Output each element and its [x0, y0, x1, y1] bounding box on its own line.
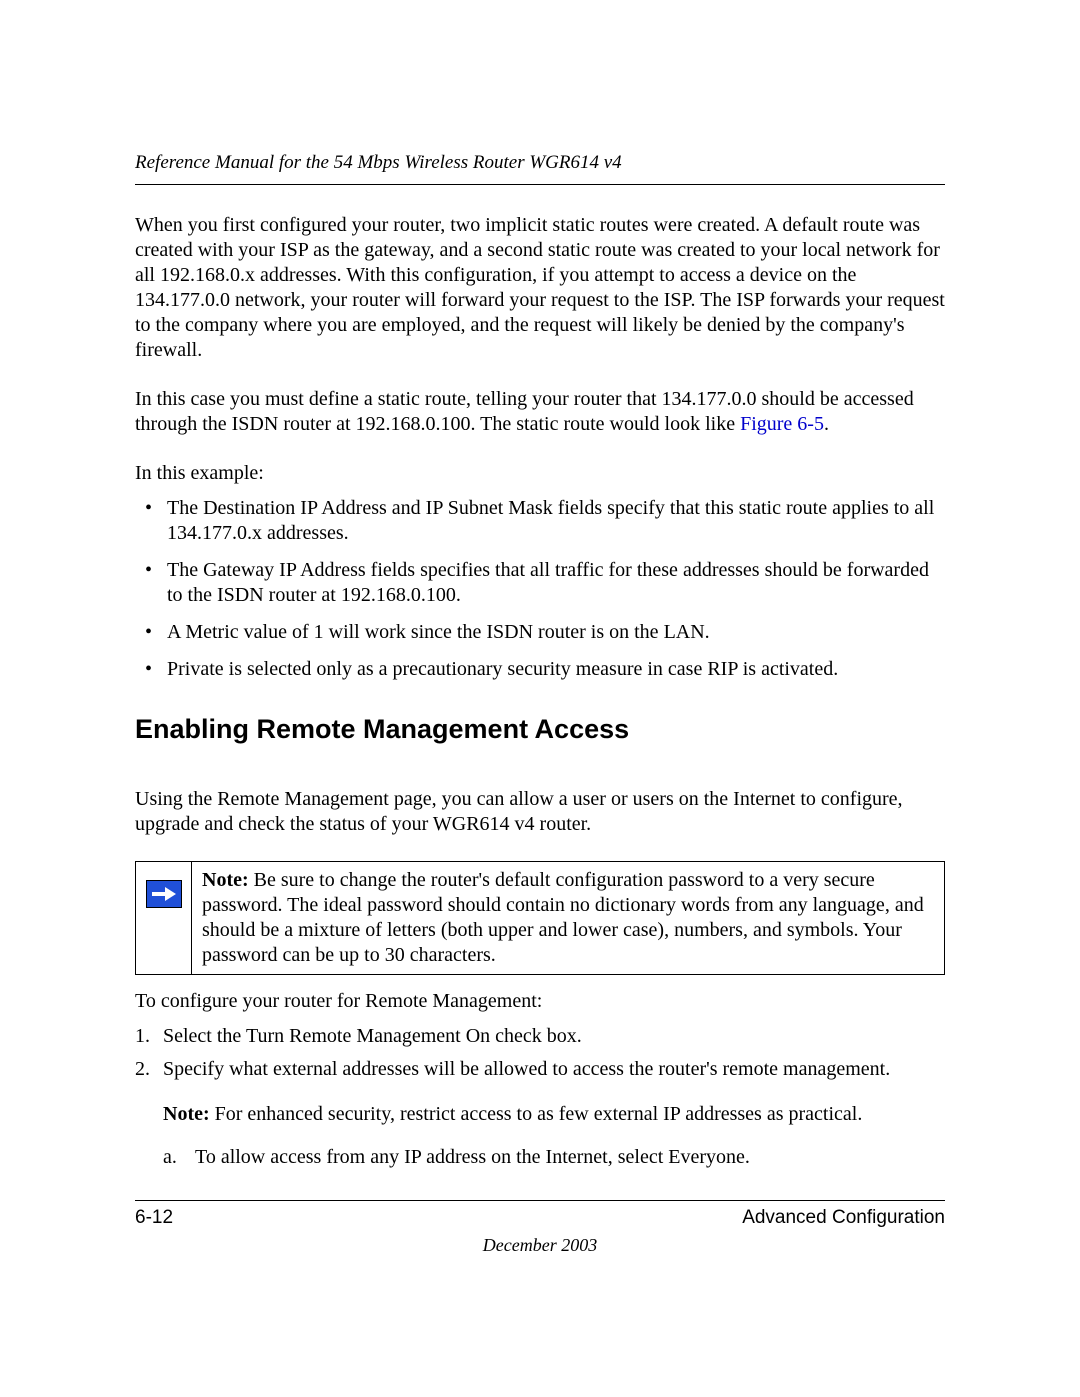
list-item: The Destination IP Address and IP Subnet… [135, 496, 945, 546]
footer-section: Advanced Configuration [742, 1207, 945, 1229]
section-intro: Using the Remote Management page, you ca… [135, 787, 945, 837]
step2-text: Specify what external addresses will be … [163, 1058, 890, 1080]
section-heading: Enabling Remote Management Access [135, 714, 945, 745]
document-page: Reference Manual for the 54 Mbps Wireles… [0, 0, 1080, 1256]
footer-date: December 2003 [135, 1235, 945, 1256]
arrow-right-icon [146, 880, 182, 908]
subnote-label: Note: [163, 1103, 210, 1125]
body-paragraph-3: In this example: [135, 461, 945, 486]
config-intro: To configure your router for Remote Mana… [135, 989, 945, 1014]
list-item: To allow access from any IP address on t… [163, 1145, 945, 1170]
note-label: Note: [202, 869, 249, 891]
list-item: Select the Turn Remote Management On che… [135, 1024, 945, 1049]
page-number: 6-12 [135, 1207, 173, 1229]
list-item: A Metric value of 1 will work since the … [135, 620, 945, 645]
config-steps-list: Select the Turn Remote Management On che… [135, 1024, 945, 1170]
note-icon-cell [136, 862, 192, 974]
body-paragraph-2: In this case you must define a static ro… [135, 387, 945, 437]
example-bullet-list: The Destination IP Address and IP Subnet… [135, 496, 945, 682]
note-callout: Note: Be sure to change the router's def… [135, 861, 945, 975]
subnote-text: For enhanced security, restrict access t… [210, 1103, 863, 1125]
step2-subnote: Note: For enhanced security, restrict ac… [163, 1102, 945, 1127]
running-header: Reference Manual for the 54 Mbps Wireles… [135, 152, 945, 185]
list-item: Specify what external addresses will be … [135, 1057, 945, 1170]
list-item: The Gateway IP Address fields specifies … [135, 558, 945, 608]
note-body: Be sure to change the router's default c… [202, 869, 924, 966]
config-substeps-list: To allow access from any IP address on t… [163, 1145, 945, 1170]
figure-ref-link[interactable]: Figure 6-5 [740, 413, 824, 435]
list-item: Private is selected only as a precaution… [135, 657, 945, 682]
note-text: Note: Be sure to change the router's def… [192, 862, 944, 974]
para2-post: . [824, 413, 829, 435]
footer: 6-12 Advanced Configuration [135, 1200, 945, 1229]
body-paragraph-1: When you first configured your router, t… [135, 213, 945, 363]
